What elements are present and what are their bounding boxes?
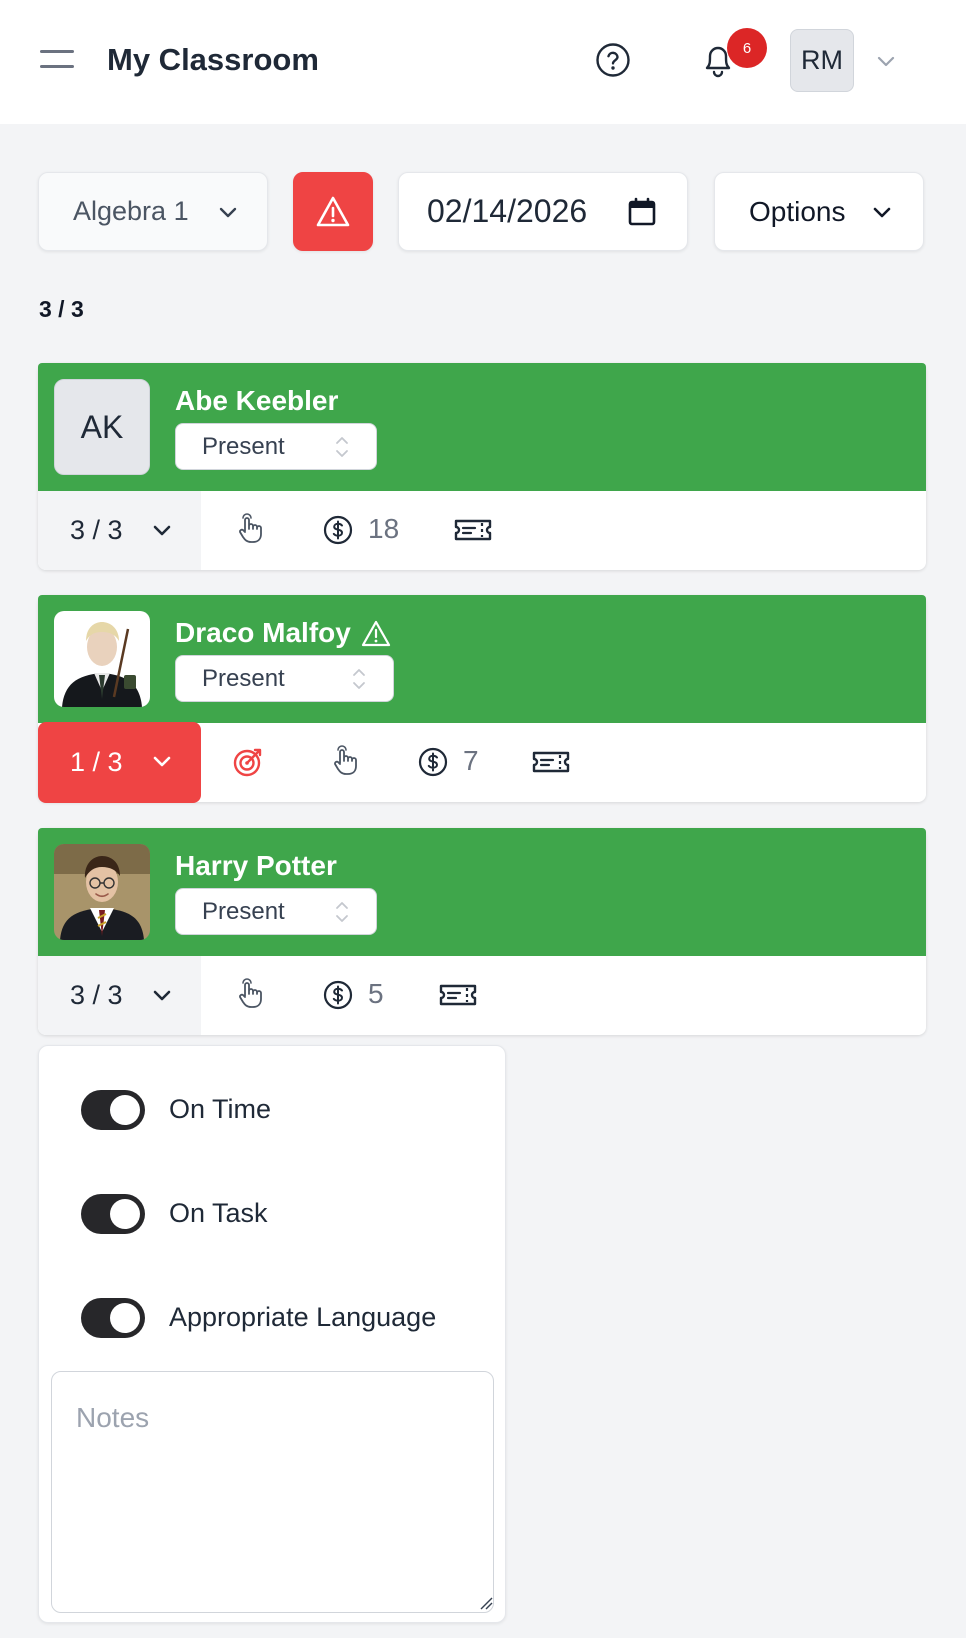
score-value: 1 / 3 (70, 747, 123, 777)
chevron-down-icon (153, 756, 171, 767)
top-header: My Classroom 6 RM (0, 0, 966, 124)
appropriate-language-switch[interactable] (81, 1298, 145, 1338)
student-name: Harry Potter (175, 850, 337, 881)
chevron-down-icon[interactable] (875, 50, 897, 72)
notification-count-badge: 6 (727, 28, 767, 68)
chevron-down-icon (219, 207, 237, 218)
on-task-switch[interactable] (81, 1194, 145, 1234)
score-value: 3 / 3 (70, 515, 123, 545)
student-photo (54, 844, 150, 940)
behavior-toggle-row: On Task (81, 1192, 501, 1236)
attendance-value: Present (202, 433, 285, 460)
score-dropdown[interactable]: 1 / 3 (38, 722, 201, 803)
class-select[interactable]: Algebra 1 (38, 172, 268, 251)
avatar[interactable]: AK (54, 379, 150, 475)
student-name: Draco Malfoy (175, 617, 351, 648)
calendar-icon[interactable] (627, 197, 657, 227)
target-icon[interactable] (231, 745, 265, 779)
date-value: 02/14/2026 (427, 193, 588, 229)
behavior-toggle-row: On Time (81, 1088, 501, 1132)
student-card-header: AK Abe Keebler Present (38, 363, 926, 491)
coin-count: 7 (463, 745, 479, 776)
dollar-coin-icon[interactable] (321, 513, 355, 547)
roster-count: 3 / 3 (39, 296, 84, 322)
notes-field[interactable] (51, 1371, 494, 1613)
avatar[interactable] (54, 611, 150, 707)
hand-pointer-icon[interactable] (233, 978, 267, 1012)
chevron-down-icon (873, 207, 891, 218)
resize-grip-icon[interactable] (479, 1596, 493, 1610)
student-name: Abe Keebler (175, 385, 339, 416)
score-dropdown[interactable]: 3 / 3 (38, 956, 201, 1035)
on-time-switch[interactable] (81, 1090, 145, 1130)
student-card: Harry Potter Present 3 / 3 5 (38, 828, 926, 1035)
switch-label: On Task (169, 1198, 268, 1228)
student-card-header: Draco Malfoy Present (38, 595, 926, 723)
attendance-value: Present (202, 898, 285, 925)
score-value: 3 / 3 (70, 980, 123, 1010)
menu-icon[interactable] (40, 50, 74, 70)
coin-count: 18 (368, 513, 400, 544)
switch-label: Appropriate Language (169, 1302, 437, 1332)
dollar-coin-icon[interactable] (416, 745, 450, 779)
updown-icon (336, 902, 348, 922)
student-card-footer: 3 / 3 5 (38, 956, 926, 1035)
ticket-icon[interactable] (453, 513, 493, 547)
page-title: My Classroom (107, 42, 319, 77)
behavior-toggle-row: Appropriate Language (81, 1296, 501, 1340)
options-label: Options (749, 195, 846, 227)
score-dropdown[interactable]: 3 / 3 (38, 491, 201, 570)
ticket-icon[interactable] (531, 745, 571, 779)
student-card-footer: 3 / 3 18 (38, 491, 926, 570)
warning-icon (316, 196, 350, 226)
dollar-coin-icon[interactable] (321, 978, 355, 1012)
date-field[interactable]: 02/14/2026 (398, 172, 688, 251)
options-button[interactable]: Options (714, 172, 924, 251)
student-card: AK Abe Keebler Present 3 / 3 18 (38, 363, 926, 570)
alert-button[interactable] (293, 172, 373, 251)
attendance-value: Present (202, 665, 285, 692)
avatar[interactable] (54, 844, 150, 940)
attendance-select[interactable]: Present (175, 655, 394, 702)
behavior-dropdown-panel: On Time On Task Appropriate Language (38, 1045, 506, 1623)
chevron-down-icon (153, 525, 171, 536)
chevron-down-icon (153, 990, 171, 1001)
switch-label: On Time (169, 1094, 272, 1124)
coin-count: 5 (368, 978, 384, 1009)
student-card-footer: 1 / 3 7 (38, 722, 926, 803)
updown-icon (336, 437, 348, 457)
attendance-select[interactable]: Present (175, 888, 377, 935)
class-select-value: Algebra 1 (73, 196, 189, 226)
user-avatar[interactable]: RM (790, 29, 854, 92)
student-card: Draco Malfoy Present 1 / 3 7 (38, 595, 926, 803)
help-icon[interactable] (595, 42, 631, 78)
hand-pointer-icon[interactable] (233, 513, 267, 547)
student-card-header: Harry Potter Present (38, 828, 926, 956)
attendance-select[interactable]: Present (175, 423, 377, 470)
updown-icon (353, 669, 365, 689)
student-photo (54, 611, 150, 707)
hand-pointer-icon[interactable] (328, 745, 362, 779)
ticket-icon[interactable] (438, 978, 478, 1012)
warning-icon[interactable] (361, 619, 391, 649)
